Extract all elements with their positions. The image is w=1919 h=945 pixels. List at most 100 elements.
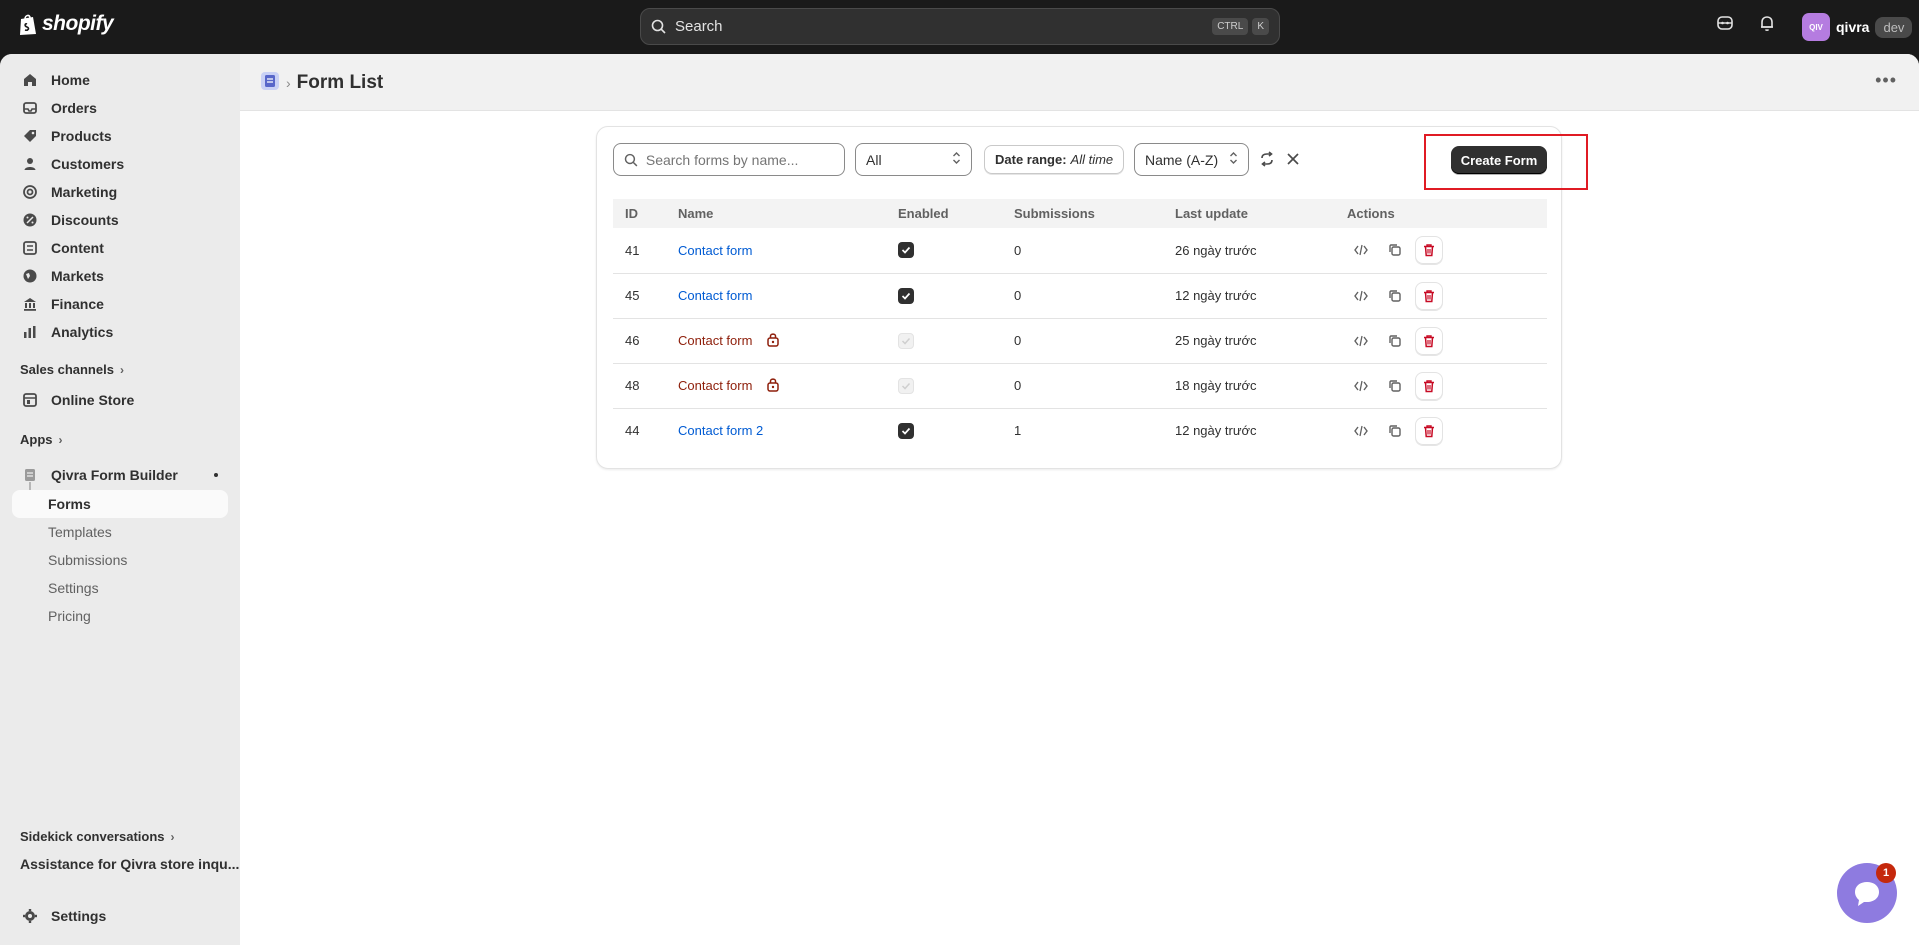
apps-heading[interactable]: Apps ›	[20, 432, 63, 447]
sidebar-subitem-settings[interactable]: Settings	[12, 574, 228, 602]
sidekick-label: Sidekick conversations	[20, 829, 165, 844]
delete-icon[interactable]	[1415, 416, 1443, 445]
chart-icon	[22, 324, 38, 340]
cell-id: 45	[613, 272, 666, 318]
chevron-right-icon: ›	[58, 432, 63, 447]
global-search[interactable]: Search CTRL K	[640, 8, 1280, 45]
form-name-link[interactable]: Contact form 2	[678, 423, 763, 438]
sidebar-item-settings[interactable]: Settings	[12, 902, 228, 930]
sales-channels-label: Sales channels	[20, 362, 114, 377]
delete-icon[interactable]	[1415, 371, 1443, 400]
table-header-row: ID Name Enabled Submissions Last update …	[613, 199, 1547, 228]
cell-enabled	[886, 362, 1002, 408]
form-list-card: All Date range: All time Name (A-Z)	[596, 126, 1562, 469]
cell-enabled	[886, 317, 1002, 363]
sidebar-item-customers[interactable]: Customers	[12, 150, 228, 178]
refresh-icon[interactable]	[1257, 149, 1277, 169]
sidebar-item-orders[interactable]: Orders	[12, 94, 228, 122]
date-range-button[interactable]: Date range: All time	[984, 145, 1125, 174]
sidebar-subitem-forms[interactable]: Forms	[12, 490, 228, 518]
chevron-right-icon: ›	[119, 362, 124, 377]
clear-filters-icon[interactable]	[1283, 149, 1303, 169]
embed-code-icon[interactable]	[1347, 327, 1375, 355]
delete-icon[interactable]	[1415, 236, 1443, 265]
sidebar-subitem-label: Submissions	[48, 552, 128, 568]
sidebar-item-home[interactable]: Home	[12, 66, 228, 94]
bell-icon[interactable]	[1758, 14, 1776, 35]
page-title: Form List	[296, 71, 384, 93]
duplicate-icon[interactable]	[1381, 372, 1409, 400]
lock-icon	[766, 377, 780, 395]
sidebar-item-qivra-app[interactable]: Qivra Form Builder	[12, 461, 228, 489]
cell-name: Contact form 2	[666, 407, 886, 453]
duplicate-icon[interactable]	[1381, 282, 1409, 310]
app-icon	[22, 467, 38, 483]
sidebar-item-label: Markets	[51, 268, 104, 284]
pin-dot-icon	[214, 473, 218, 477]
form-name-link[interactable]: Contact form	[678, 333, 752, 348]
sidebar-subitem-pricing[interactable]: Pricing	[12, 602, 228, 630]
form-search-field[interactable]	[613, 143, 845, 176]
form-name-link[interactable]: Contact form	[678, 243, 752, 258]
form-name-link[interactable]: Contact form	[678, 288, 752, 303]
forms-table: ID Name Enabled Submissions Last update …	[613, 199, 1547, 453]
enabled-checkbox[interactable]	[898, 242, 914, 259]
more-actions-icon[interactable]: •••	[1875, 70, 1897, 91]
sidebar-item-markets[interactable]: Markets	[12, 262, 228, 290]
sidebar-subitem-submissions[interactable]: Submissions	[12, 546, 228, 574]
sort-select[interactable]: Name (A-Z)	[1134, 143, 1249, 176]
sidekick-icon[interactable]	[1716, 14, 1734, 35]
page-content: All Date range: All time Name (A-Z)	[240, 111, 1919, 945]
select-arrows-icon	[952, 151, 961, 168]
sidekick-conversations-heading[interactable]: Sidekick conversations ›	[20, 829, 175, 844]
breadcrumb: › Form List	[260, 71, 383, 94]
delete-icon[interactable]	[1415, 326, 1443, 355]
content-icon	[22, 240, 38, 256]
embed-code-icon[interactable]	[1347, 372, 1375, 400]
table-row: 44 Contact form 2 1 12 ngày trước	[613, 407, 1547, 453]
duplicate-icon[interactable]	[1381, 417, 1409, 445]
chat-bubble-icon	[1855, 882, 1879, 906]
duplicate-icon[interactable]	[1381, 236, 1409, 264]
sidebar-subitem-templates[interactable]: Templates	[12, 518, 228, 546]
sidebar-item-content[interactable]: Content	[12, 234, 228, 262]
embed-code-icon[interactable]	[1347, 417, 1375, 445]
app-icon[interactable]	[260, 71, 280, 94]
form-name-link[interactable]: Contact form	[678, 378, 752, 393]
cell-actions	[1335, 362, 1547, 408]
embed-code-icon[interactable]	[1347, 282, 1375, 310]
sidekick-conversation-item[interactable]: Assistance for Qivra store inqu...	[20, 856, 239, 872]
sidebar-item-products[interactable]: Products	[12, 122, 228, 150]
duplicate-icon[interactable]	[1381, 327, 1409, 355]
cell-last-update: 12 ngày trước	[1163, 272, 1335, 318]
sidebar-item-finance[interactable]: Finance	[12, 290, 228, 318]
globe-icon	[22, 268, 38, 284]
shopify-logo[interactable]: shopify	[18, 12, 114, 36]
status-select[interactable]: All	[855, 143, 972, 176]
sidebar-item-label: Customers	[51, 156, 125, 172]
sidebar-item-label: Finance	[51, 296, 104, 312]
sales-channels-heading[interactable]: Sales channels ›	[20, 362, 124, 377]
sidebar-item-label: Marketing	[51, 184, 118, 200]
delete-icon[interactable]	[1415, 281, 1443, 310]
user-menu[interactable]: QIV qivra dev	[1802, 13, 1913, 41]
cell-id: 41	[625, 242, 640, 258]
cell-submissions: 0	[1002, 362, 1163, 408]
sidebar-item-label: Online Store	[51, 392, 135, 408]
enabled-checkbox[interactable]	[898, 422, 914, 439]
cell-submissions: 0	[1014, 242, 1022, 258]
sidebar-item-discounts[interactable]: Discounts	[12, 206, 228, 234]
form-search-input[interactable]	[645, 151, 834, 168]
sidebar-item-marketing[interactable]: Marketing	[12, 178, 228, 206]
embed-code-icon[interactable]	[1347, 236, 1375, 264]
column-header-submissions: Submissions	[1002, 199, 1163, 228]
date-range-label: Date range:	[995, 152, 1067, 167]
highlight-box	[1424, 134, 1588, 190]
enabled-checkbox[interactable]	[898, 287, 914, 304]
cell-submissions: 0	[1002, 272, 1163, 318]
cell-actions	[1335, 407, 1547, 453]
sidebar-item-online-store[interactable]: Online Store	[12, 386, 228, 414]
discount-icon	[22, 212, 38, 228]
store-icon	[22, 392, 38, 408]
sidebar-item-analytics[interactable]: Analytics	[12, 318, 228, 346]
